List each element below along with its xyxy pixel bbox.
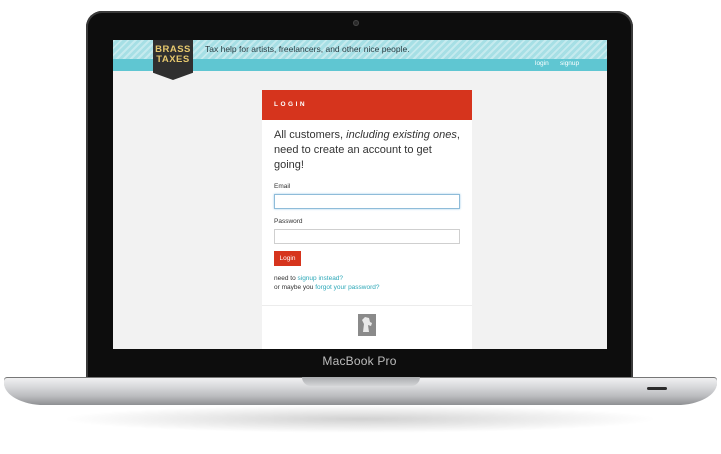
lid-opening-notch: [302, 377, 420, 386]
brass-taxes-logo[interactable]: BRASS TAXES: [153, 40, 193, 80]
intro-emphasis: including existing ones: [346, 129, 457, 141]
help-line1-prefix: need to: [274, 275, 298, 282]
help-line-forgot: or maybe you forgot your password?: [274, 283, 460, 292]
card-divider: [262, 305, 472, 306]
nav-signup-link[interactable]: signup: [560, 60, 579, 67]
webcam-icon: [353, 20, 359, 26]
logo-line-2: TAXES: [156, 54, 190, 65]
laptop-model-label: MacBook Pro: [322, 354, 397, 368]
help-line2-prefix: or maybe you: [274, 284, 316, 291]
site-tagline: Tax help for artists, freelancers, and o…: [205, 44, 410, 54]
login-card: LOGIN All customers, including existing …: [262, 90, 472, 349]
password-label: Password: [274, 218, 303, 225]
signup-instead-link[interactable]: signup instead?: [298, 275, 344, 282]
email-label: Email: [274, 183, 291, 190]
horse-badge-icon: [358, 314, 376, 336]
sleep-indicator-led: [647, 387, 667, 390]
help-links: need to signup instead? or maybe you for…: [274, 274, 460, 292]
intro-prefix: All customers,: [274, 129, 347, 141]
password-field[interactable]: [274, 229, 460, 244]
forgot-password-link[interactable]: forgot your password?: [315, 284, 379, 291]
email-field[interactable]: [274, 194, 460, 209]
nav-login-link[interactable]: login: [535, 60, 549, 67]
help-line-signup: need to signup instead?: [274, 274, 460, 283]
horse-icon: [362, 317, 372, 332]
laptop-shadow: [60, 405, 660, 433]
browser-viewport: Tax help for artists, freelancers, and o…: [113, 40, 607, 349]
laptop-base: [4, 377, 717, 405]
login-button[interactable]: Login: [274, 251, 301, 266]
login-intro-text: All customers, including existing ones, …: [274, 128, 460, 173]
login-card-header: LOGIN: [262, 90, 472, 120]
